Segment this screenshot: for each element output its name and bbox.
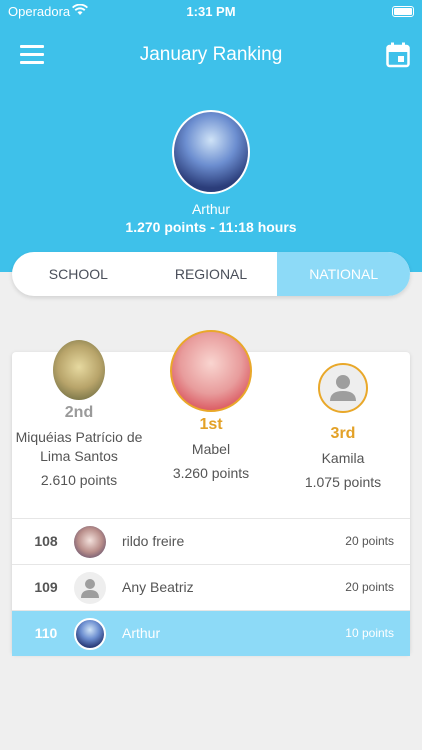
row-position: 108 — [34, 533, 58, 549]
user-avatar — [172, 110, 250, 194]
row-points: 10 points — [345, 626, 394, 640]
table-row[interactable]: 110 Arthur 10 points — [12, 610, 410, 656]
row-position: 110 — [34, 625, 58, 641]
podium-name: Mabel — [191, 441, 231, 457]
podium-points: 2.610 points — [40, 472, 118, 488]
podium-name: Miquéias Patrício de Lima Santos — [15, 429, 143, 464]
ranking-card: 2nd Miquéias Patrício de Lima Santos 2.6… — [12, 330, 410, 656]
podium-first[interactable]: 1st Mabel 3.260 points — [146, 330, 276, 481]
row-name: rildo freire — [122, 533, 185, 549]
user-name: Arthur — [191, 201, 231, 217]
podium: 2nd Miquéias Patrício de Lima Santos 2.6… — [12, 330, 410, 518]
status-time: 1:31 PM — [186, 4, 236, 19]
navigation-bar: January Ranking — [0, 24, 422, 90]
default-avatar-icon — [318, 363, 368, 413]
row-name: Arthur — [122, 625, 161, 641]
scope-segmented-control: SCHOOL REGIONAL NATIONAL — [12, 252, 410, 296]
row-position: 109 — [34, 579, 58, 595]
podium-second[interactable]: 2nd Miquéias Patrício de Lima Santos 2.6… — [12, 340, 146, 488]
user-summary: Arthur 1.270 points - 11:18 hours — [0, 90, 422, 272]
table-row[interactable]: 109 Any Beatriz 20 points — [12, 564, 410, 610]
table-row[interactable]: 108 rildo freire 20 points — [12, 518, 410, 564]
tab-national[interactable]: NATIONAL — [277, 252, 410, 296]
tab-regional[interactable]: REGIONAL — [145, 252, 278, 296]
podium-rank: 2nd — [64, 404, 94, 421]
row-name: Any Beatriz — [122, 579, 194, 595]
podium-points: 3.260 points — [172, 465, 250, 481]
avatar — [74, 526, 106, 558]
row-points: 20 points — [345, 534, 394, 548]
row-points: 20 points — [345, 580, 394, 594]
avatar — [53, 340, 105, 400]
page-title: January Ranking — [139, 44, 283, 65]
podium-third[interactable]: 3rd Kamila 1.075 points — [276, 363, 410, 490]
battery-icon — [392, 6, 414, 17]
tab-school[interactable]: SCHOOL — [12, 252, 145, 296]
podium-name: Kamila — [321, 450, 365, 466]
avatar — [170, 330, 252, 412]
calendar-icon[interactable] — [386, 42, 410, 68]
podium-rank: 1st — [199, 416, 223, 433]
default-avatar-icon — [74, 572, 106, 604]
ranking-list: 108 rildo freire 20 points 109 Any Beatr… — [12, 518, 410, 656]
user-score: 1.270 points - 11:18 hours — [125, 219, 297, 235]
avatar — [74, 618, 106, 650]
status-bar: Operadora 1:31 PM — [0, 0, 422, 24]
podium-points: 1.075 points — [304, 474, 382, 490]
podium-rank: 3rd — [330, 425, 356, 442]
